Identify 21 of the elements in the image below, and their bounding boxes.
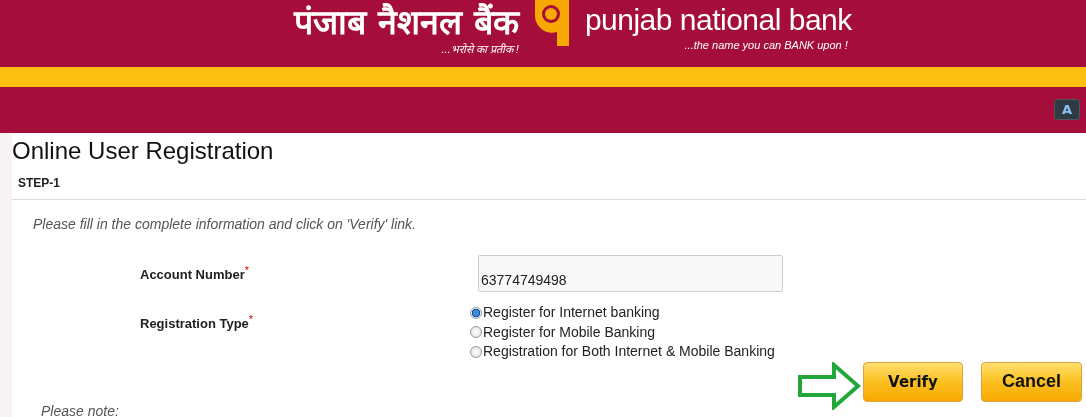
- verify-button[interactable]: Verify: [863, 361, 963, 402]
- page-title: Online User Registration: [12, 136, 275, 166]
- radio-button[interactable]: [470, 345, 482, 358]
- account-number-field[interactable]: 63774749498: [478, 255, 783, 292]
- font-size-button[interactable]: A: [1054, 98, 1080, 120]
- radio-option[interactable]: Register for Internet banking: [470, 303, 775, 323]
- cancel-button[interactable]: Cancel: [981, 361, 1082, 402]
- bank-name-hindi: पंजाब नैशनल बैंक: [294, 2, 519, 42]
- step-label: STEP-1: [18, 176, 61, 190]
- tagline-hindi: ...भरोसे का प्रतीक !: [441, 42, 519, 56]
- radio-option[interactable]: Register for Mobile Banking: [470, 322, 775, 342]
- field-label: Registration Type$^{*}$: [140, 312, 255, 334]
- bank-name: punjab national bank: [584, 2, 852, 38]
- arrow-icon: [797, 361, 861, 410]
- radio-button[interactable]: [470, 326, 482, 339]
- radio-option[interactable]: Registration for Both Internet & Mobile Banking: [470, 342, 775, 362]
- field-label: Account Number$^{*}$: [140, 263, 250, 285]
- note-heading: Please note:: [41, 402, 119, 417]
- tagline: ...the name you can BANK upon !: [684, 38, 848, 52]
- instruction-text: Please fill in the complete information and click on 'Verify' link.: [33, 216, 417, 233]
- radio-button[interactable]: [470, 306, 482, 319]
